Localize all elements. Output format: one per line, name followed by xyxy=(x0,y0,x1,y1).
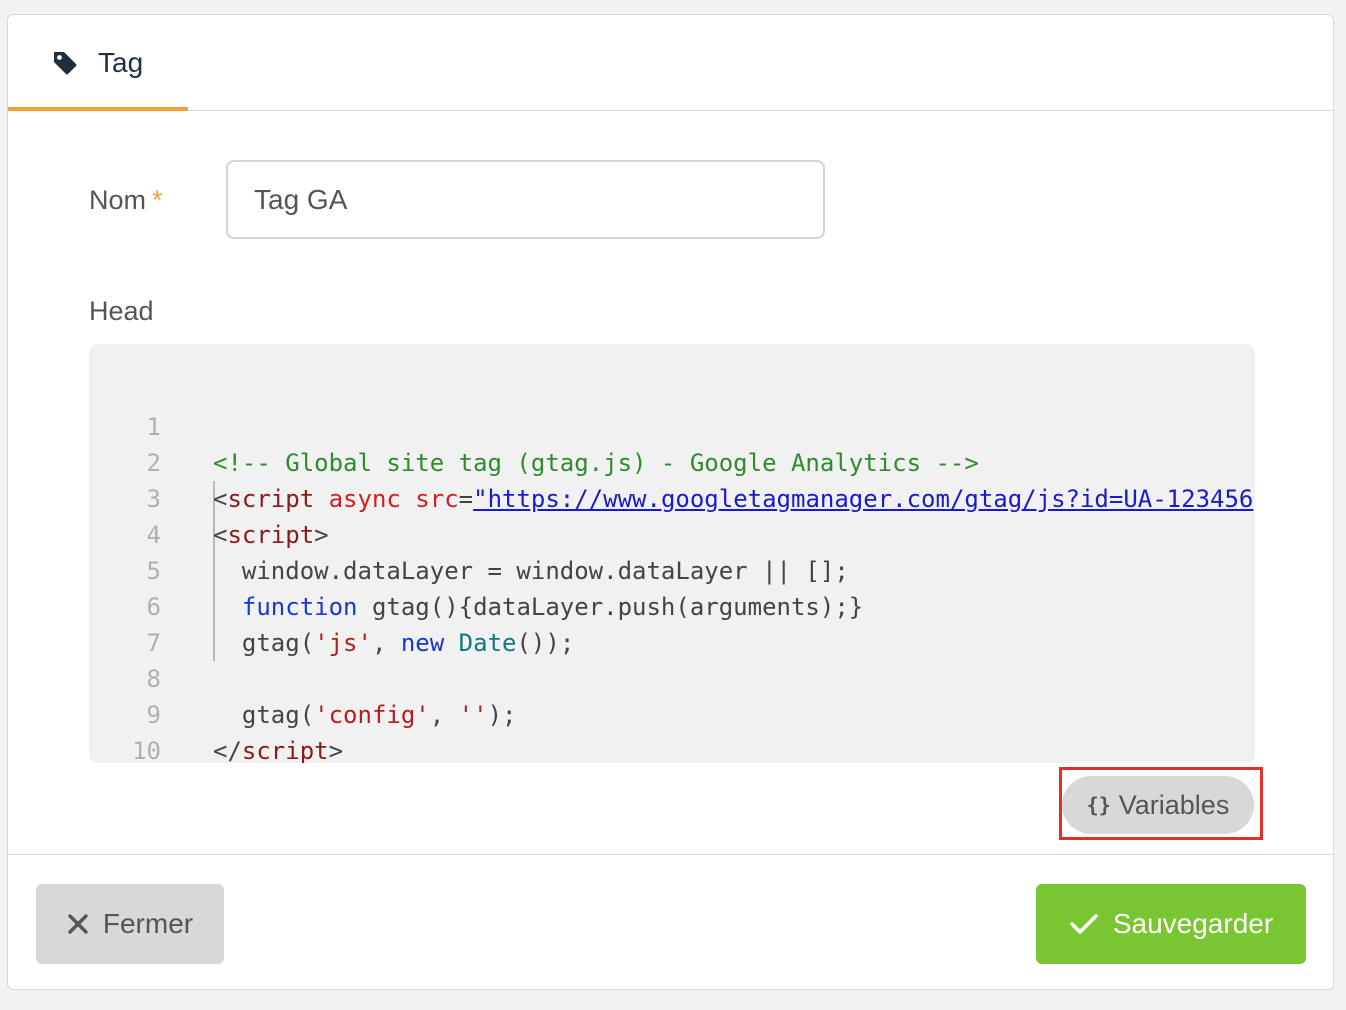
variables-highlight-box xyxy=(1059,767,1263,840)
name-field-label: Nom * xyxy=(89,185,163,216)
code-line: 7 xyxy=(89,589,1255,657)
code-line: 5 function gtag(){dataLayer.push(argumen… xyxy=(89,517,1255,621)
line-content: </script> xyxy=(213,733,343,763)
check-icon xyxy=(1069,912,1099,936)
code-line: 1 <!-- Global site tag (gtag.js) - Googl… xyxy=(89,373,1255,477)
name-label-text: Nom xyxy=(89,185,147,215)
tag-icon xyxy=(52,50,78,76)
close-button[interactable]: Fermer xyxy=(36,884,224,964)
close-button-label: Fermer xyxy=(102,908,194,939)
tag-editor-modal: Tag Nom* Head 1 <!-- Global site tag (gt… xyxy=(7,14,1334,990)
head-code-editor[interactable]: 1 <!-- Global site tag (gtag.js) - Googl… xyxy=(89,344,1255,763)
line-number: 10 xyxy=(132,737,161,763)
name-input[interactable] xyxy=(226,160,825,239)
required-marker: * xyxy=(152,185,163,215)
code-line: 3 <script> xyxy=(89,445,1255,549)
code-line: 9 </script> xyxy=(89,661,1255,763)
save-button[interactable]: Sauvegarder xyxy=(1036,884,1306,964)
tab-label: Tag xyxy=(98,46,144,78)
code-punct: </ xyxy=(213,737,242,763)
save-button-label: Sauvegarder xyxy=(1112,908,1274,939)
modal-footer: Fermer Sauvegarder xyxy=(8,854,1333,989)
code-line: 2 <script async src="https://www.googlet… xyxy=(89,409,1255,513)
code-tag: script xyxy=(241,737,329,763)
code-line: 8 gtag('config', ''); xyxy=(89,625,1255,729)
code-line: 4 window.dataLayer = window.dataLayer ||… xyxy=(89,481,1255,585)
active-tab-indicator xyxy=(8,107,188,111)
close-icon xyxy=(67,913,89,935)
tab-bar: Tag xyxy=(8,15,1333,111)
tab-tag[interactable]: Tag xyxy=(8,15,188,111)
code-line: 6 gtag('js', new Date()); xyxy=(89,553,1255,657)
head-field-label: Head xyxy=(89,296,154,326)
code-line: 10 xyxy=(89,697,1255,763)
code-punct: > xyxy=(328,737,344,763)
